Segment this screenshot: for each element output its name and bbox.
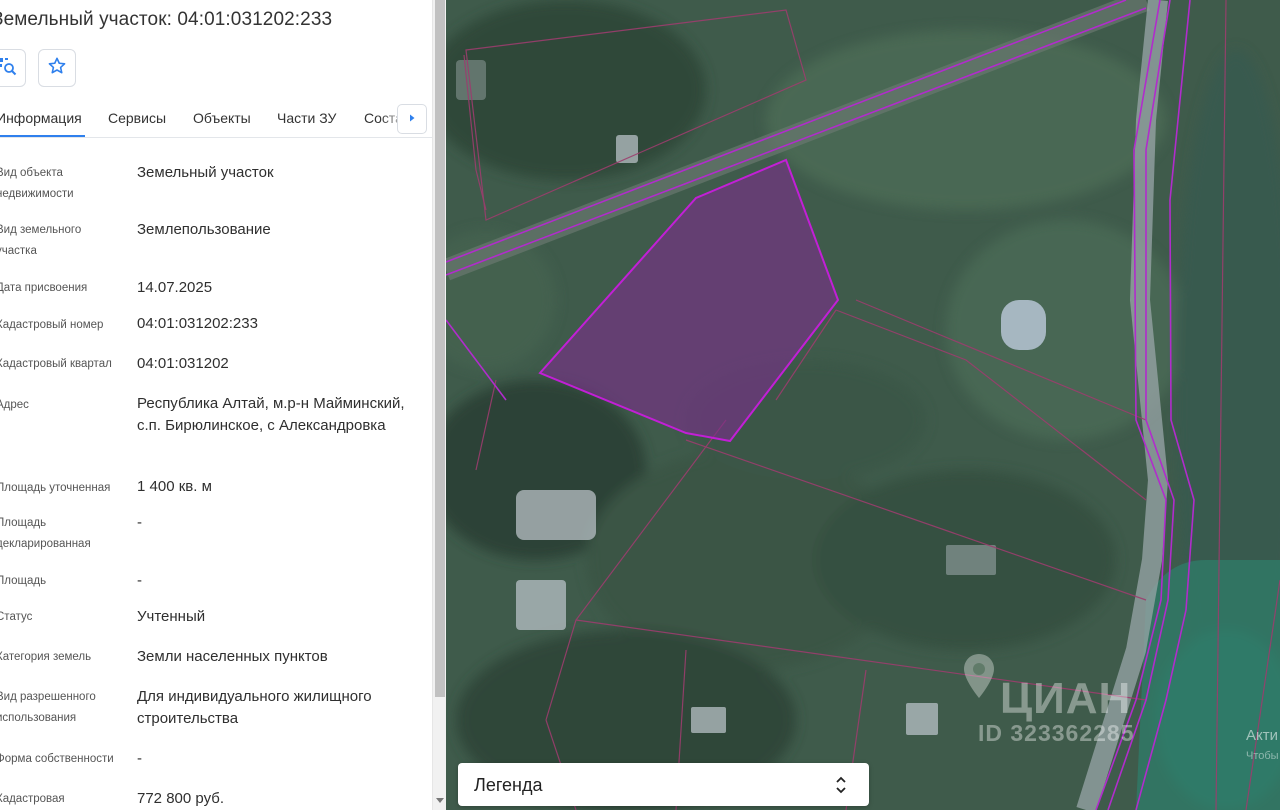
row-value-cadastral-number: 04:01:031202:233 [137, 315, 258, 332]
row-value-land-category: Земли населенных пунктов [137, 648, 328, 665]
row-label-cadastral-number: Кадастровый номер [0, 319, 104, 331]
tab-information[interactable]: Информация [0, 110, 82, 126]
row-value-assign-date: 14.07.2025 [137, 279, 213, 296]
row-label-parcel-type: Вид земельного участка [0, 224, 82, 257]
tab-services[interactable]: Сервисы [108, 110, 166, 126]
row-value-area-declared: - [137, 514, 142, 531]
row-value-parcel-type: Землепользование [137, 221, 271, 238]
row-label-cadastral-quarter: Кадастровый квартал [0, 358, 112, 370]
chevron-right-icon [407, 110, 417, 128]
watermark-id: ID 323362285 [978, 720, 1135, 746]
favorite-button[interactable] [38, 49, 76, 87]
map-search-icon [0, 56, 17, 81]
cian-watermark: ЦИАН ID 323362285 [942, 648, 1182, 748]
tab-objects[interactable]: Объекты [193, 110, 251, 126]
row-value-cadastral-quarter: 04:01:031202 [137, 355, 229, 372]
row-label-object-type: Вид объекта недвижимости [0, 167, 74, 200]
row-label-permitted-use: Вид разрешенного использования [0, 691, 96, 724]
row-value-ownership: - [137, 750, 142, 767]
legend-dropdown[interactable]: Легенда [458, 763, 869, 806]
row-value-area: - [137, 572, 142, 589]
row-value-address: Республика Алтай, м.р-н Майминский, с.п.… [137, 395, 405, 434]
row-label-land-category: Категория земель [0, 651, 92, 663]
row-label-area: Площадь [0, 575, 47, 587]
tab-parts[interactable]: Части ЗУ [277, 110, 336, 126]
location-pin-icon [962, 652, 996, 705]
row-label-area-specified: Площадь уточненная [0, 482, 111, 494]
tabs-next-button[interactable] [397, 104, 427, 134]
chevron-up-down-icon[interactable] [834, 774, 848, 801]
tab-bar: Информация Сервисы Объекты Части ЗУ Сост… [0, 98, 432, 138]
row-label-area-declared: Площадь декларированная [0, 517, 91, 550]
row-label-address: Адрес [0, 399, 29, 411]
row-label-status: Статус [0, 611, 33, 623]
row-label-cadastral-value: Кадастровая [0, 793, 65, 805]
map-view[interactable]: ЦИАН ID 323362285 Акти Чтобы Легенда [446, 0, 1280, 810]
scroll-down-arrow-icon[interactable] [436, 798, 444, 803]
map-search-button[interactable] [0, 49, 26, 87]
active-tab-indicator [0, 135, 85, 137]
row-value-status: Учтенный [137, 608, 206, 625]
scrollbar-thumb[interactable] [435, 0, 445, 697]
page-title: Земельный участок: 04:01:031202:233 [0, 9, 333, 30]
row-value-cadastral-value: 772 800 руб. [137, 790, 224, 807]
row-value-permitted-use: Для индивидуального жилищного строительс… [137, 688, 372, 727]
row-label-assign-date: Дата присвоения [0, 282, 88, 294]
row-value-object-type: Земельный участок [137, 164, 274, 181]
activation-notice-title: Акти [1246, 727, 1278, 744]
legend-label: Легенда [474, 775, 543, 795]
row-label-ownership: Форма собственности [0, 753, 114, 765]
panel-scrollbar[interactable] [432, 0, 446, 810]
activation-notice-text: Чтобы [1246, 750, 1279, 762]
row-value-area-specified: 1 400 кв. м [137, 478, 212, 495]
info-panel: Земельный участок: 04:01:031202:233 Инфо… [0, 0, 432, 810]
watermark-brand: ЦИАН [1000, 674, 1132, 723]
star-icon [47, 56, 67, 81]
